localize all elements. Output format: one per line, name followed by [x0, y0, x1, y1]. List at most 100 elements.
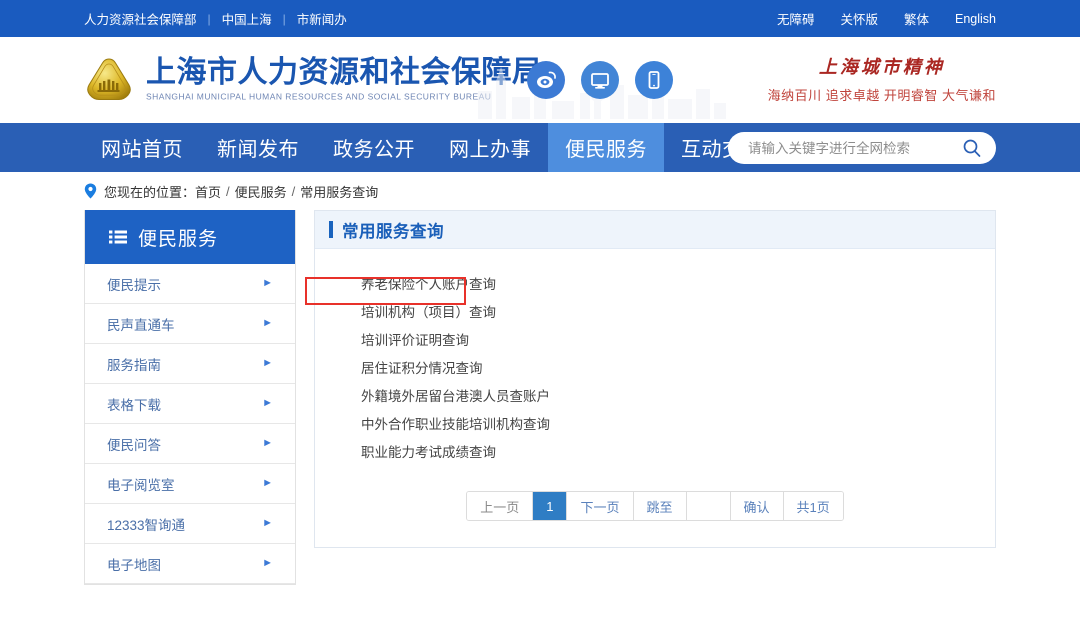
list-item[interactable]: 中外合作职业技能培训机构查询 — [361, 409, 995, 437]
breadcrumb-item-convenience-services[interactable]: 便民服务 — [235, 182, 287, 201]
chevron-right-icon: ► — [262, 477, 273, 489]
shanghai-spirit-slogan: 上海城市精神 海纳百川 追求卓越 开明睿智 大气谦和 — [768, 53, 996, 104]
pagination-page-1[interactable]: 1 — [533, 492, 568, 520]
sidebar-item-convenience-qa[interactable]: 便民问答 ► — [85, 424, 295, 464]
pagination-confirm-button[interactable]: 确认 — [730, 492, 784, 520]
pagination-next-button[interactable]: 下一页 — [567, 492, 634, 520]
sidebar-item-electronic-reading-room[interactable]: 电子阅览室 ► — [85, 464, 295, 504]
header-accent-bar — [329, 221, 333, 238]
location-pin-icon — [84, 183, 97, 199]
nav-item-news[interactable]: 新闻发布 — [200, 123, 316, 172]
topbar-link-press-office[interactable]: 市新闻办 — [297, 9, 347, 28]
breadcrumb-item-home[interactable]: 首页 — [195, 182, 221, 201]
weibo-icon — [537, 71, 556, 88]
sidebar-header: 便民服务 — [85, 210, 295, 264]
list-item[interactable]: 居住证积分情况查询 — [361, 353, 995, 381]
breadcrumb-separator-2: / — [291, 183, 296, 199]
chevron-right-icon: ► — [262, 517, 273, 529]
list-item[interactable]: 养老保险个人账户查询 — [361, 269, 995, 297]
chevron-right-icon: ► — [262, 277, 273, 289]
list-item[interactable]: 外籍境外居留台港澳人员查账户 — [361, 381, 995, 409]
spirit-subtitle: 海纳百川 追求卓越 开明睿智 大气谦和 — [767, 88, 996, 103]
sidebar-item-public-voice-express[interactable]: 民声直通车 ► — [85, 304, 295, 344]
mobile-phone-icon — [648, 71, 660, 89]
list-item[interactable]: 职业能力考试成绩查询 — [361, 437, 995, 465]
breadcrumb-item-common-service-query: 常用服务查询 — [300, 184, 379, 200]
content-panel: 常用服务查询 养老保险个人账户查询 培训机构（项目）查询 培训评价证明查询 居住… — [305, 210, 996, 548]
nav-item-online-services[interactable]: 网上办事 — [432, 123, 548, 172]
header-quick-icons — [470, 37, 730, 123]
chevron-right-icon: ► — [262, 397, 273, 409]
sidebar-item-electronic-map[interactable]: 电子地图 ► — [85, 544, 295, 584]
sidebar-title: 便民服务 — [138, 228, 219, 250]
main-navigation: 网站首页 新闻发布 政务公开 网上办事 便民服务 互动交流 — [0, 123, 1080, 172]
pagination-total-pages: 共1页 — [783, 492, 843, 520]
nav-item-convenience-services[interactable]: 便民服务 — [548, 123, 664, 172]
sidebar-item-label: 12333智询通 — [107, 517, 186, 533]
service-link-list: 养老保险个人账户查询 培训机构（项目）查询 培训评价证明查询 居住证积分情况查询… — [305, 249, 995, 465]
service-link-vocational-exam-score[interactable]: 职业能力考试成绩查询 — [361, 441, 496, 461]
mobile-phone-icon-button[interactable] — [635, 61, 673, 99]
content-header: 常用服务查询 — [315, 211, 995, 249]
sidebar-item-service-guide[interactable]: 服务指南 ► — [85, 344, 295, 384]
sidebar-item-label: 表格下载 — [107, 397, 161, 413]
sidebar-item-12333-hotline[interactable]: 12333智询通 ► — [85, 504, 295, 544]
service-link-residence-permit-points[interactable]: 居住证积分情况查询 — [361, 357, 483, 377]
sidebar-item-convenience-tips[interactable]: 便民提示 ► — [85, 264, 295, 304]
breadcrumb: 您现在的位置： 首页 / 便民服务 / 常用服务查询 — [0, 172, 1080, 210]
chevron-right-icon: ► — [262, 317, 273, 329]
top-utility-bar: 人力资源社会保障部 | 中国上海 | 市新闻办 无障碍 关怀版 繁体 Engli… — [0, 0, 1080, 37]
shanghai-hrss-emblem-icon — [87, 58, 131, 100]
search-icon[interactable] — [962, 138, 982, 158]
sidebar: 便民服务 便民提示 ► 民声直通车 ► 服务指南 ► 表格下载 ► 便民问答 ►… — [84, 210, 296, 585]
nav-item-list: 网站首页 新闻发布 政务公开 网上办事 便民服务 互动交流 — [84, 123, 780, 172]
weibo-icon-button[interactable] — [527, 61, 565, 99]
page-title: 常用服务查询 — [342, 222, 444, 241]
sidebar-item-label: 便民提示 — [107, 277, 161, 293]
list-menu-icon — [109, 230, 127, 244]
service-link-sino-foreign-training-institution[interactable]: 中外合作职业技能培训机构查询 — [361, 413, 550, 433]
main-content-area: 便民服务 便民提示 ► 民声直通车 ► 服务指南 ► 表格下载 ► 便民问答 ►… — [0, 210, 1080, 585]
chevron-right-icon: ► — [262, 557, 273, 569]
topbar-left-links: 人力资源社会保障部 | 中国上海 | 市新闻办 — [84, 9, 347, 28]
breadcrumb-prefix: 您现在的位置： — [104, 184, 196, 200]
topbar-link-traditional[interactable]: 繁体 — [904, 9, 929, 28]
sidebar-item-label: 便民问答 — [107, 437, 161, 453]
service-link-training-evaluation-cert[interactable]: 培训评价证明查询 — [361, 329, 469, 349]
breadcrumb-separator-1: / — [226, 183, 230, 199]
desktop-monitor-icon-button[interactable] — [581, 61, 619, 99]
desktop-monitor-icon — [591, 73, 609, 89]
spirit-title: 上海城市精神 — [818, 57, 945, 78]
sidebar-item-label: 民声直通车 — [107, 317, 175, 333]
pagination-jump-label: 跳至 — [633, 492, 687, 520]
service-link-foreign-overseas-account[interactable]: 外籍境外居留台港澳人员查账户 — [361, 385, 550, 405]
sidebar-item-label: 服务指南 — [107, 357, 161, 373]
topbar-separator-2: | — [282, 11, 286, 26]
pagination: 上一页 1 下一页 跳至 确认 共1页 — [466, 491, 844, 521]
chevron-right-icon: ► — [262, 357, 273, 369]
topbar-link-china-shanghai[interactable]: 中国上海 — [222, 9, 272, 28]
pagination-prev-button[interactable]: 上一页 — [467, 492, 534, 520]
service-link-pension-account[interactable]: 养老保险个人账户查询 — [361, 273, 496, 293]
topbar-link-ministry[interactable]: 人力资源社会保障部 — [84, 9, 197, 28]
search-input[interactable] — [748, 140, 962, 156]
topbar-link-accessibility[interactable]: 无障碍 — [777, 9, 815, 28]
nav-item-home[interactable]: 网站首页 — [84, 123, 200, 172]
pagination-jump-input[interactable] — [686, 492, 730, 520]
pagination-jump-input-wrap[interactable] — [686, 492, 731, 520]
site-search[interactable] — [728, 132, 996, 164]
pagination-container: 上一页 1 下一页 跳至 确认 共1页 — [315, 491, 995, 547]
sidebar-item-label: 电子地图 — [107, 557, 161, 573]
list-item[interactable]: 培训机构（项目）查询 — [361, 297, 995, 325]
topbar-right-links: 无障碍 关怀版 繁体 English — [751, 9, 996, 28]
topbar-link-care-version[interactable]: 关怀版 — [840, 9, 878, 28]
sidebar-item-label: 电子阅览室 — [107, 477, 175, 493]
service-link-training-institution[interactable]: 培训机构（项目）查询 — [361, 301, 496, 321]
topbar-separator-1: | — [207, 11, 211, 26]
site-header: 上海市人力资源和社会保障局 SHANGHAI MUNICIPAL HUMAN R… — [0, 37, 1080, 123]
chevron-right-icon: ► — [262, 437, 273, 449]
topbar-link-english[interactable]: English — [955, 12, 996, 26]
sidebar-item-form-download[interactable]: 表格下载 ► — [85, 384, 295, 424]
nav-item-government-affairs[interactable]: 政务公开 — [316, 123, 432, 172]
list-item[interactable]: 培训评价证明查询 — [361, 325, 995, 353]
